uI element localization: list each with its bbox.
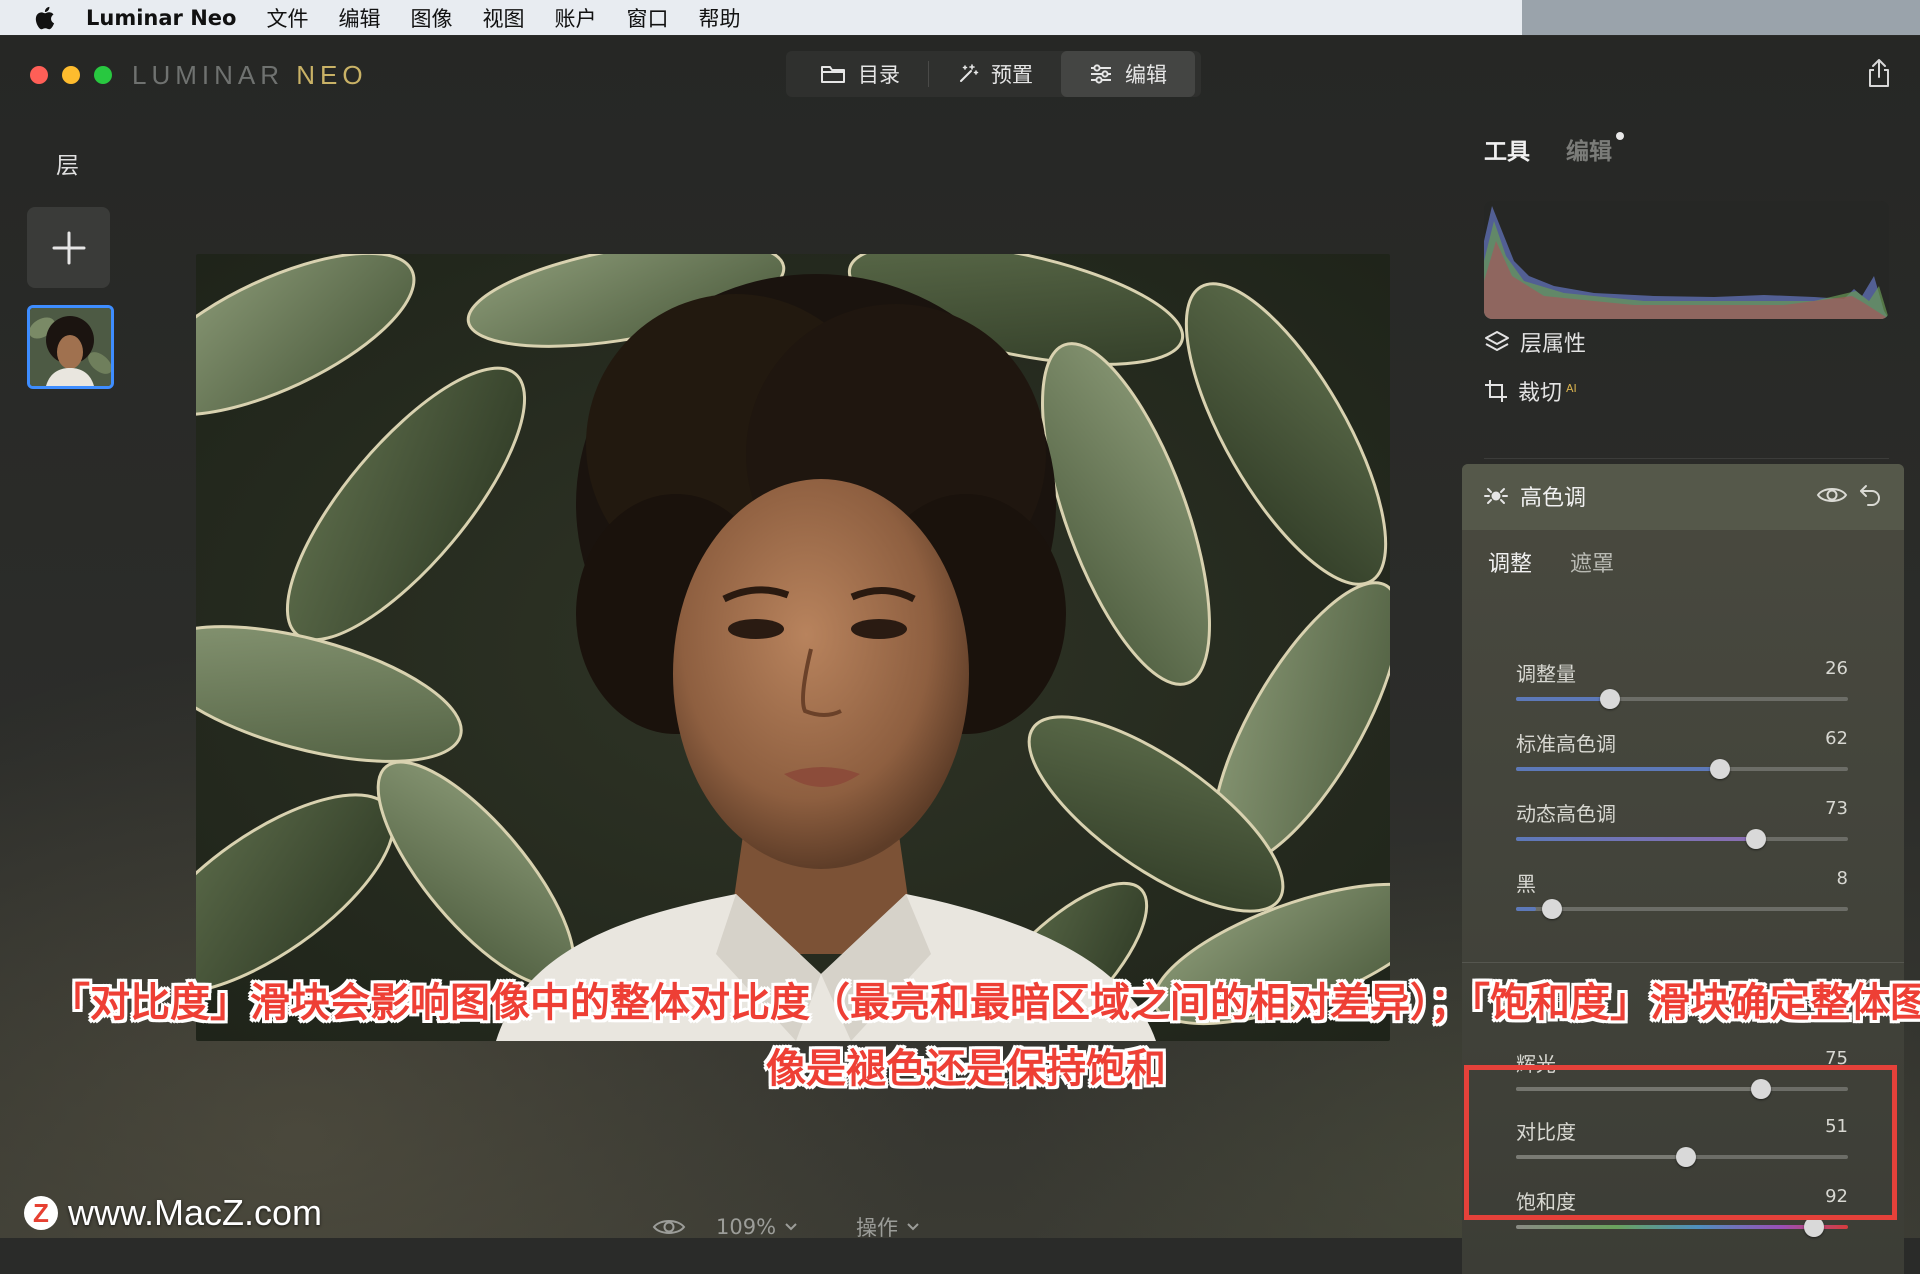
slider-knob[interactable]	[1746, 829, 1766, 849]
zoom-dropdown[interactable]: 109%	[716, 1215, 798, 1239]
menu-edit[interactable]: 编辑	[338, 3, 380, 33]
reset-undo-icon[interactable]	[1858, 482, 1882, 508]
menu-image[interactable]: 图像	[410, 3, 452, 33]
subtab-mask[interactable]: 遮罩	[1570, 546, 1614, 578]
magic-wand-icon	[960, 64, 979, 82]
panel-divider	[1484, 458, 1889, 459]
logo-text-main: LUMINAR	[132, 60, 285, 90]
crop-label: 裁切 AI	[1518, 375, 1577, 407]
menu-file[interactable]: 文件	[266, 3, 308, 33]
apple-logo-icon[interactable]	[32, 5, 56, 31]
slider-label: 动态高色调	[1516, 802, 1616, 826]
macos-menubar: Luminar Neo 文件 编辑 图像 视图 账户 窗口 帮助	[0, 0, 1920, 35]
tab-tools[interactable]: 工具	[1484, 132, 1530, 166]
menu-window[interactable]: 窗口	[626, 3, 668, 33]
slider-value: 73	[1825, 798, 1848, 819]
menubar-status-area	[1522, 0, 1920, 35]
slider-knob[interactable]	[1804, 1217, 1824, 1237]
slider-knob[interactable]	[1600, 689, 1620, 709]
tool-title: 高色调	[1520, 486, 1587, 511]
layers-icon	[1485, 331, 1509, 351]
tool-subtabs: 调整 遮罩	[1488, 546, 1614, 578]
section-divider	[1462, 962, 1904, 963]
subtab-adjust[interactable]: 调整	[1488, 546, 1532, 578]
preview-eye-icon[interactable]	[652, 1216, 686, 1238]
slider-value: 8	[1836, 868, 1848, 889]
crop-label-text: 裁切	[1518, 381, 1563, 406]
layer-properties-row[interactable]: 层属性	[1484, 326, 1586, 358]
watermark-text: www.MacZ.com	[68, 1192, 323, 1233]
layers-title: 层	[56, 153, 79, 179]
slider-amount[interactable]: 调整量 26	[1516, 658, 1848, 714]
slider-value: 26	[1825, 658, 1848, 679]
slider-fill	[1516, 837, 1748, 841]
nav-edit-button[interactable]: 编辑	[1061, 51, 1195, 97]
slider-label: 调整量	[1516, 662, 1576, 686]
chevron-down-icon	[785, 1223, 797, 1231]
panel-tabs: 工具 编辑	[1484, 132, 1624, 166]
slider-label: 标准高色调	[1516, 732, 1616, 756]
slider-knob[interactable]	[1710, 759, 1730, 779]
nav-catalog-button[interactable]: 目录	[792, 51, 928, 97]
nav-edit-label: 编辑	[1125, 63, 1167, 87]
layer-thumbnail[interactable]	[27, 305, 114, 389]
logo-text-accent: NEO	[296, 60, 368, 90]
menu-app-name[interactable]: Luminar Neo	[86, 6, 236, 30]
histogram-graph	[1484, 206, 1889, 319]
slider-dynamic-highlights[interactable]: 动态高色调 73	[1516, 798, 1848, 854]
tab-edits[interactable]: 编辑	[1566, 132, 1624, 166]
histogram	[1484, 201, 1889, 319]
tool-header[interactable]: 高色调	[1462, 464, 1904, 530]
crop-row[interactable]: 裁切 AI	[1484, 375, 1577, 407]
nav-presets-label: 预置	[991, 63, 1033, 87]
plus-icon	[52, 231, 85, 264]
slider-value: 62	[1825, 728, 1848, 749]
menu-account[interactable]: 账户	[554, 3, 596, 33]
ai-badge: AI	[1566, 381, 1577, 395]
main-photo-canvas[interactable]	[196, 254, 1390, 1041]
caption-line-2: 像是褪色还是保持饱和	[766, 1046, 1166, 1092]
visibility-eye-icon[interactable]	[1816, 484, 1848, 506]
share-icon[interactable]	[1866, 58, 1892, 88]
minimize-window-button[interactable]	[62, 66, 80, 84]
add-layer-button[interactable]	[27, 207, 110, 288]
nav-catalog-label: 目录	[858, 63, 900, 87]
sliders-icon	[1091, 64, 1111, 84]
layer-properties-label: 层属性	[1520, 332, 1587, 357]
app-logo: LUMINAR NEO	[132, 60, 368, 91]
slider-standard-highlights[interactable]: 标准高色调 62	[1516, 728, 1848, 784]
slider-fill	[1516, 907, 1536, 911]
chevron-down-icon	[907, 1223, 919, 1231]
menu-help[interactable]: 帮助	[698, 3, 740, 33]
slider-knob[interactable]	[1542, 899, 1562, 919]
portrait-photo	[196, 254, 1390, 1041]
menu-view[interactable]: 视图	[482, 3, 524, 33]
sun-highlight-icon	[1484, 488, 1508, 504]
annotation-highlight-box	[1464, 1065, 1897, 1220]
site-watermark: Z www.MacZ.com	[24, 1192, 322, 1234]
zoom-value: 109%	[716, 1215, 777, 1239]
top-navigation: 目录 预置 编辑	[786, 51, 1201, 97]
slider-track[interactable]	[1516, 907, 1848, 911]
slider-label: 黑	[1516, 872, 1536, 896]
slider-track[interactable]	[1516, 1225, 1848, 1229]
tool-title-row: 高色调	[1484, 480, 1586, 512]
nav-presets-button[interactable]: 预置	[929, 51, 1061, 97]
crop-icon	[1485, 380, 1507, 402]
slider-black[interactable]: 黑 8	[1516, 868, 1848, 924]
folder-icon	[821, 66, 845, 83]
macz-logo-icon: Z	[24, 1196, 58, 1230]
close-window-button[interactable]	[30, 66, 48, 84]
slider-fill	[1516, 767, 1712, 771]
caption-line-1: 「对比度」滑块会影响图像中的整体对比度（最亮和最暗区域之间的相对差异）；「饱和度…	[50, 980, 1920, 1026]
layer-thumbnail-image	[30, 308, 111, 386]
window-controls	[30, 66, 112, 84]
slider-fill	[1516, 697, 1602, 701]
zoom-window-button[interactable]	[94, 66, 112, 84]
